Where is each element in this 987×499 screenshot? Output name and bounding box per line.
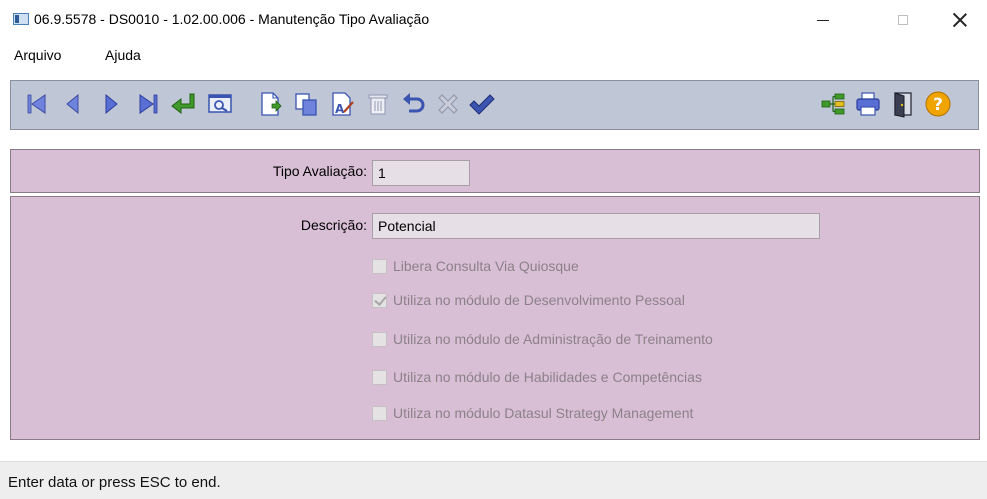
details-panel: Descrição: Potencial Libera Consulta Via… (10, 196, 980, 440)
save-button[interactable] (466, 89, 496, 119)
maximize-button[interactable] (880, 4, 926, 36)
next-record-button[interactable] (96, 89, 126, 119)
last-record-button[interactable] (133, 89, 163, 119)
minimize-button[interactable] (800, 4, 846, 36)
checkmark-icon (374, 292, 387, 306)
goto-button[interactable] (169, 89, 199, 119)
close-icon (953, 13, 967, 27)
menu-bar: Arquivo Ajuda (0, 40, 987, 72)
checkbox-habilidades-competencias[interactable]: Utiliza no módulo de Habilidades e Compe… (372, 366, 702, 388)
window-title: 06.9.5578 - DS0010 - 1.02.00.006 - Manut… (34, 11, 430, 27)
svg-text:A: A (335, 102, 345, 116)
tipo-avaliacao-label: Tipo Avaliação: (272, 163, 367, 179)
checkbox-label: Utiliza no módulo de Administração de Tr… (393, 331, 713, 347)
delete-button[interactable] (363, 89, 393, 119)
checkbox-desenvolvimento-pessoal[interactable]: Utiliza no módulo de Desenvolvimento Pes… (372, 289, 685, 311)
maximize-icon (898, 15, 908, 25)
tree-view-button[interactable] (818, 89, 848, 119)
goto-icon (171, 93, 195, 115)
checkbox-label: Utiliza no módulo Datasul Strategy Manag… (393, 405, 694, 421)
print-button[interactable] (853, 89, 883, 119)
save-checkmark-icon (469, 94, 495, 115)
new-record-button[interactable] (255, 89, 285, 119)
help-icon: ? (925, 91, 951, 117)
edit-record-icon: A (332, 92, 354, 116)
checkbox[interactable] (372, 369, 387, 385)
status-text: Enter data or press ESC to end. (8, 474, 221, 491)
svg-text:?: ? (933, 95, 943, 115)
checkbox-libera-consulta-quiosque[interactable]: Libera Consulta Via Quiosque (372, 255, 579, 277)
next-record-icon (105, 93, 118, 115)
exit-button[interactable] (888, 89, 918, 119)
menu-arquivo[interactable]: Arquivo (12, 47, 63, 63)
checkbox-label: Libera Consulta Via Quiosque (393, 258, 579, 274)
cancel-button[interactable] (433, 89, 463, 119)
checkbox-label: Utiliza no módulo de Habilidades e Compe… (393, 369, 702, 385)
app-window-icon (13, 13, 29, 25)
first-record-icon (27, 94, 46, 114)
checkbox[interactable] (372, 331, 387, 347)
checkbox[interactable] (372, 405, 387, 421)
copy-record-button[interactable] (291, 89, 321, 119)
copy-record-icon (295, 93, 317, 116)
cancel-icon (438, 94, 458, 114)
search-button[interactable] (205, 89, 235, 119)
last-record-icon (139, 94, 158, 114)
toolbar: A ? (10, 80, 979, 130)
undo-icon (403, 93, 425, 113)
checkbox-label: Utiliza no módulo de Desenvolvimento Pes… (393, 292, 685, 308)
menu-ajuda[interactable]: Ajuda (103, 47, 143, 63)
descricao-label: Descrição: (300, 217, 367, 233)
title-bar: 06.9.5578 - DS0010 - 1.02.00.006 - Manut… (0, 0, 987, 40)
checkbox[interactable] (372, 292, 387, 308)
minimize-icon (817, 19, 829, 21)
previous-record-icon (66, 93, 79, 115)
first-record-button[interactable] (22, 89, 52, 119)
tipo-avaliacao-panel: Tipo Avaliação: 1 (10, 149, 980, 193)
descricao-field[interactable]: Potencial (372, 213, 820, 239)
print-icon (856, 92, 880, 116)
tipo-avaliacao-field[interactable]: 1 (372, 160, 470, 186)
checkbox-administracao-treinamento[interactable]: Utiliza no módulo de Administração de Tr… (372, 328, 713, 350)
exit-door-icon (894, 92, 912, 118)
close-button[interactable] (937, 4, 983, 36)
checkbox-datasul-strategy-management[interactable]: Utiliza no módulo Datasul Strategy Manag… (372, 402, 693, 424)
search-icon (208, 94, 232, 113)
help-button[interactable]: ? (923, 89, 953, 119)
checkbox[interactable] (372, 258, 387, 274)
tree-view-icon (821, 93, 845, 115)
previous-record-button[interactable] (58, 89, 88, 119)
delete-icon (368, 94, 388, 115)
edit-record-button[interactable]: A (327, 89, 357, 119)
new-record-icon (261, 92, 282, 116)
status-bar: Enter data or press ESC to end. (0, 461, 987, 499)
undo-button[interactable] (399, 89, 429, 119)
